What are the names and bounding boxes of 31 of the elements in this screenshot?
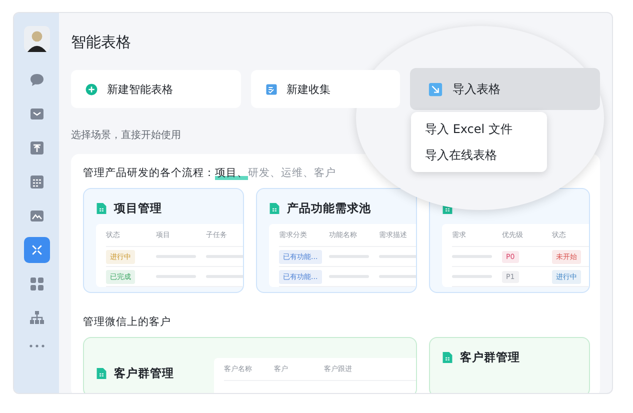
menu-item[interactable]: 导入在线表格 bbox=[411, 142, 547, 168]
mail-icon[interactable] bbox=[28, 106, 44, 122]
chat-icon[interactable] bbox=[28, 72, 44, 88]
avatar-icon[interactable] bbox=[24, 26, 50, 52]
calendar-icon[interactable] bbox=[28, 174, 44, 190]
hint-text: 选择场景，直接开始使用 bbox=[71, 128, 181, 142]
card-title: 客户群管理 bbox=[114, 366, 174, 380]
form-icon bbox=[264, 82, 278, 96]
template-card[interactable]: 客户群管理 bbox=[429, 337, 590, 393]
more-icon[interactable] bbox=[28, 344, 44, 348]
card-title: 项目管理 bbox=[114, 201, 162, 216]
category-tab[interactable]: 项目、 bbox=[215, 166, 248, 180]
section-heading: 管理微信上的客户 bbox=[83, 315, 171, 329]
create-button[interactable]: 新建智能表格 bbox=[71, 70, 241, 108]
create-button[interactable]: 导入表格 bbox=[410, 68, 600, 110]
sheet-icon bbox=[269, 202, 280, 215]
org-chart-icon[interactable] bbox=[28, 310, 44, 326]
sheet-icon bbox=[442, 351, 453, 364]
section-heading: 管理产品研发的各个流程： bbox=[83, 166, 215, 180]
page-title: 智能表格 bbox=[71, 33, 132, 52]
pin-icon[interactable] bbox=[28, 140, 44, 156]
plus-icon bbox=[85, 82, 98, 96]
picture-icon[interactable] bbox=[28, 208, 44, 224]
apps-icon[interactable] bbox=[28, 276, 44, 292]
card-title: 客户群管理 bbox=[460, 350, 520, 365]
sheet-icon bbox=[96, 202, 107, 215]
sheet-icon bbox=[96, 366, 107, 380]
create-button[interactable]: 新建收集 bbox=[250, 70, 400, 108]
card-title: 产品功能需求池 bbox=[287, 201, 371, 216]
menu-item[interactable]: 导入 Excel 文件 bbox=[411, 116, 547, 142]
import-icon bbox=[428, 82, 444, 96]
